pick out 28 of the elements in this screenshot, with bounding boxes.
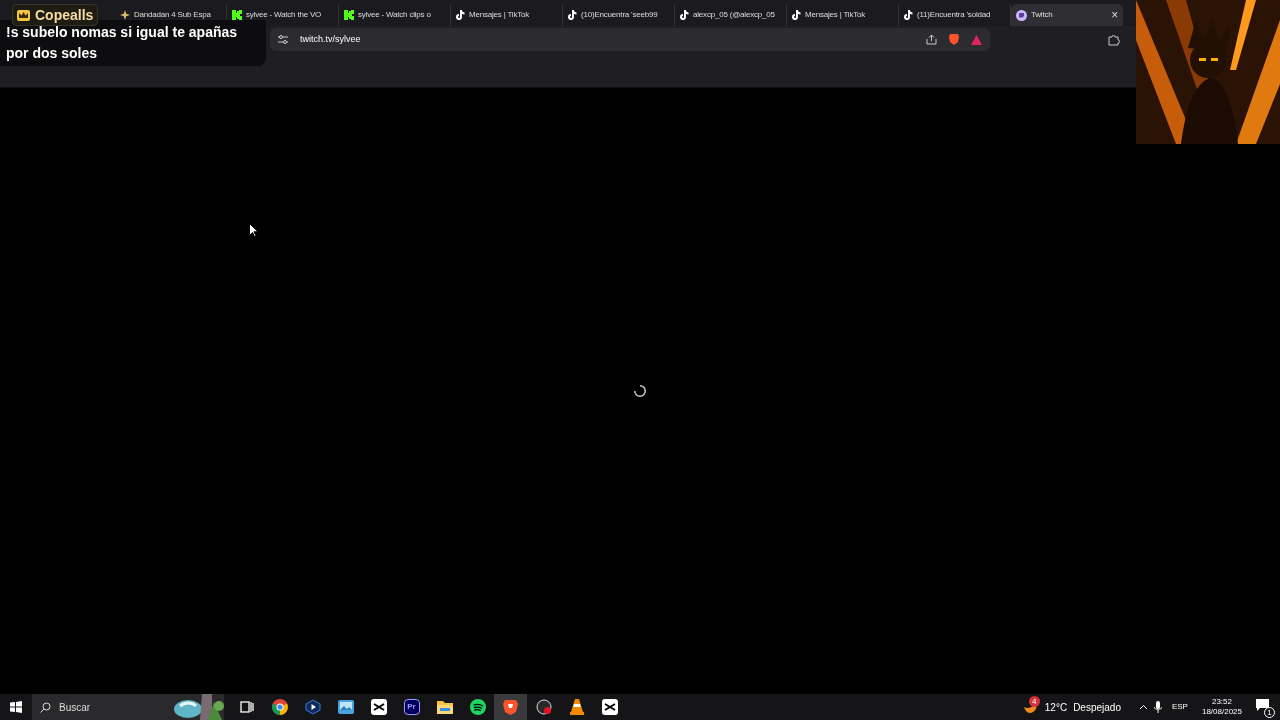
tab-title: alexcp_05 (@alexcp_05	[693, 9, 776, 21]
browser-tab[interactable]: Twitch ×	[1011, 4, 1123, 26]
tab-title: Twitch	[1031, 9, 1054, 21]
language-indicator[interactable]: ESP	[1167, 701, 1192, 713]
tab-title: Mensajes | TikTok	[805, 9, 867, 21]
tab-title: Dandadan 4 Sub Espa	[134, 9, 212, 21]
tab-title: (11)Encuentra 'soldad	[917, 9, 992, 21]
tab-title: sylvee - Watch the VO	[246, 9, 323, 21]
username-text: Copealls	[35, 5, 94, 25]
notifications-button[interactable]: 1	[1256, 699, 1272, 715]
search-field[interactable]: Buscar	[32, 694, 224, 720]
close-tab-button[interactable]: ×	[1111, 9, 1118, 21]
taskbar-app[interactable]: Pr	[395, 694, 428, 720]
tab-title: Mensajes | TikTok	[469, 9, 531, 21]
date-text: 18/08/2025	[1201, 707, 1242, 717]
weather-text: Despejado	[1073, 700, 1121, 715]
url-text: twitch.tv/sylvee	[300, 32, 362, 46]
clock[interactable]: 23:52 18/08/2025	[1197, 697, 1246, 717]
search-input[interactable]: Buscar	[59, 699, 159, 715]
chat-message: !s subelo nomas si igual te apañas por dos soles	[6, 23, 239, 63]
address-bar[interactable]: twitch.tv/sylvee	[270, 28, 990, 51]
temperature-text: 12°C	[1044, 700, 1068, 715]
tab-title: (10)Encuentra 'seeb99	[581, 9, 659, 21]
notification-count: 1	[1264, 707, 1275, 718]
time-text: 23:52	[1211, 697, 1232, 707]
notification-badge: 4	[1028, 695, 1040, 707]
premiere-icon: Pr	[403, 699, 420, 715]
tab-title: sylvee - Watch clips o	[358, 9, 432, 21]
